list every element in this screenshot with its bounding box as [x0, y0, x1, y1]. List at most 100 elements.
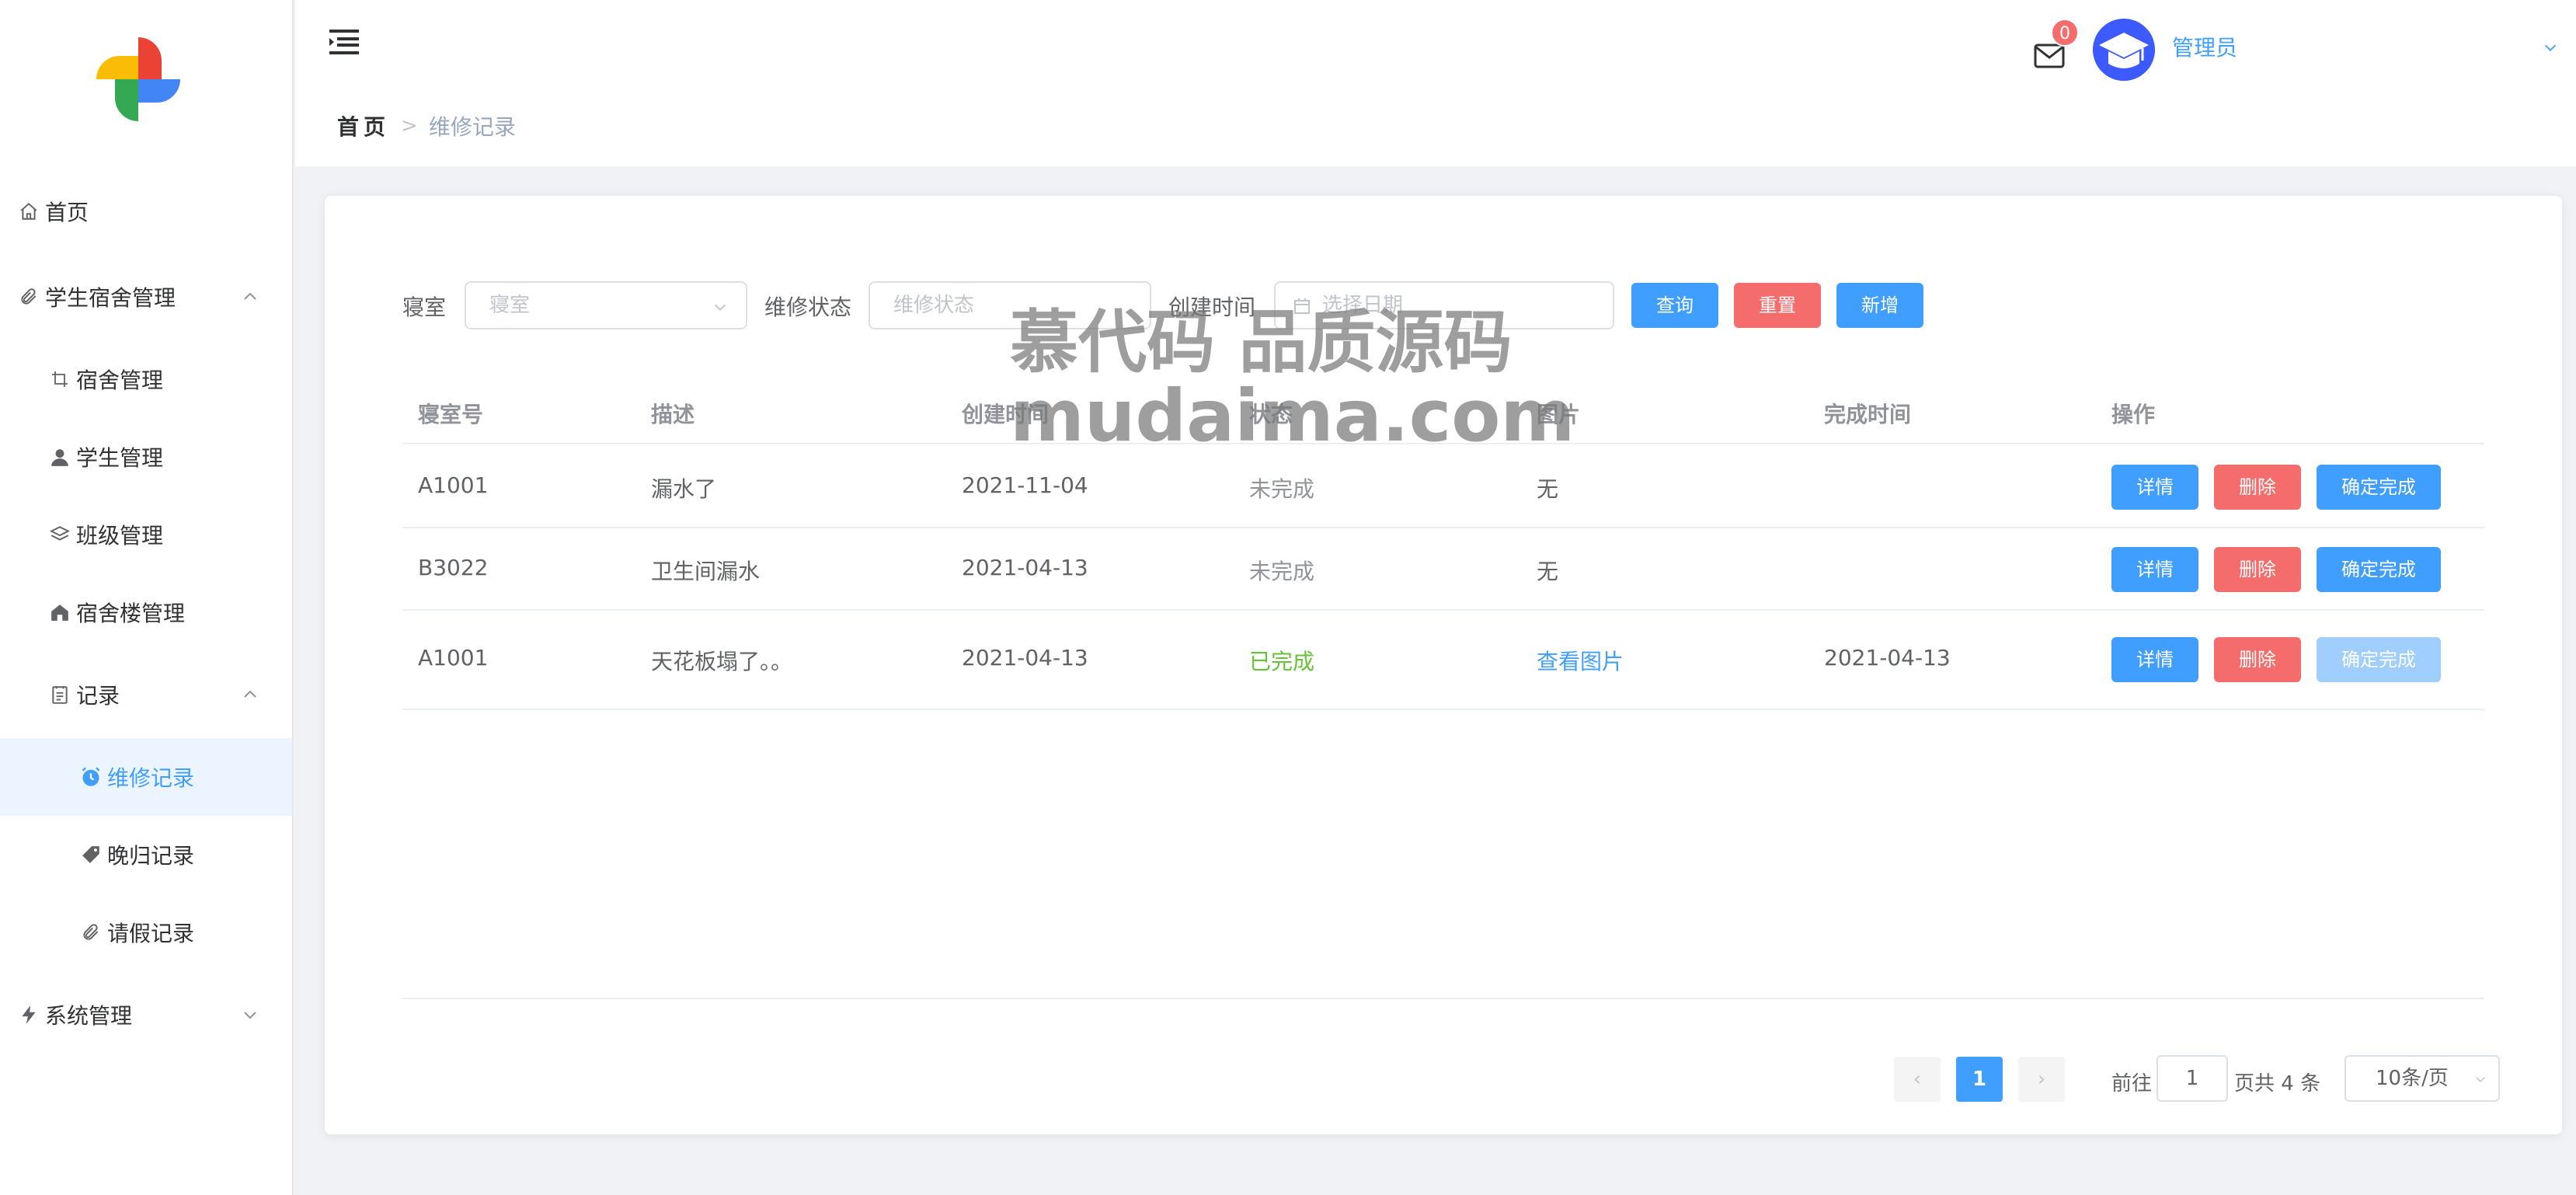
confirm-complete-button-disabled: 确定完成 [2317, 637, 2441, 682]
sidebar-item-dorm-management[interactable]: 学生宿舍管理 [0, 258, 292, 336]
column-header-image: 图片 [1537, 402, 1581, 427]
status-select-placeholder: 维修状态 [893, 294, 975, 317]
table-row: A1001 漏水了 2021-11-04 未完成 无 详情 删除 确定完成 [402, 446, 2484, 528]
avatar[interactable] [2093, 19, 2155, 81]
dorm-filter-label: 寝室 [402, 294, 447, 320]
sidebar-item-label: 请假记录 [107, 921, 195, 946]
breadcrumb-current: 维修记录 [428, 114, 516, 140]
sidebar-item-leave-records[interactable]: 请假记录 [0, 894, 292, 971]
table-header: 寝室号 描述 创建时间 状态 图片 完成时间 操作 [402, 382, 2484, 444]
chevron-down-icon [244, 1012, 256, 1019]
sidebar-item-classes[interactable]: 班级管理 [0, 496, 292, 573]
calendar-icon [1294, 298, 1310, 314]
breadcrumb-home[interactable]: 首页 [337, 110, 390, 141]
home-icon [17, 200, 40, 223]
breadcrumb-separator: > [401, 114, 418, 138]
sidebar-item-students[interactable]: 学生管理 [0, 418, 292, 496]
column-header-status: 状态 [1249, 402, 1293, 427]
cell-status: 未完成 [1249, 476, 1315, 502]
cell-image: 无 [1537, 559, 1559, 584]
detail-button[interactable]: 详情 [2111, 465, 2198, 510]
paperclip-icon [79, 921, 103, 944]
column-header-actions: 操作 [2111, 402, 2156, 427]
sidebar-item-dorms[interactable]: 宿舍管理 [0, 340, 292, 418]
chevron-up-icon [244, 292, 256, 300]
logo-icon [96, 37, 180, 121]
cell-created: 2021-11-04 [962, 472, 1088, 498]
table-row: B3022 卫生间漏水 2021-04-13 未完成 无 详情 删除 确定完成 [402, 528, 2484, 611]
cell-status: 已完成 [1249, 649, 1315, 674]
sidebar-item-label: 记录 [76, 683, 120, 709]
cell-description: 卫生间漏水 [651, 559, 761, 584]
sidebar-item-label: 学生宿舍管理 [45, 285, 176, 311]
sidebar-item-label: 系统管理 [45, 1003, 133, 1029]
chevron-down-icon [714, 304, 726, 311]
lightning-icon [17, 1003, 40, 1026]
cell-dorm: A1001 [418, 472, 489, 498]
sidebar-item-records[interactable]: 记录 [0, 656, 292, 733]
date-picker-placeholder: 选择日期 [1322, 294, 1404, 317]
layers-icon [48, 523, 71, 546]
goto-page-input[interactable]: 1 [2157, 1055, 2228, 1102]
next-page-button[interactable]: › [2018, 1057, 2065, 1102]
date-picker[interactable]: 选择日期 [1274, 281, 1614, 329]
status-select[interactable]: 维修状态 [869, 281, 1151, 329]
view-image-link[interactable]: 查看图片 [1537, 645, 1624, 676]
add-button[interactable]: 新增 [1836, 283, 1923, 328]
cell-created: 2021-04-13 [962, 555, 1088, 580]
cell-dorm: A1001 [418, 645, 489, 671]
search-button[interactable]: 查询 [1631, 283, 1718, 328]
menu-toggle-icon[interactable] [329, 30, 359, 54]
cell-status: 未完成 [1249, 559, 1315, 584]
dorm-select[interactable]: 寝室 [465, 281, 747, 329]
delete-button[interactable]: 删除 [2214, 465, 2301, 510]
total-text: 页共 4 条 [2234, 1072, 2321, 1096]
crop-icon [48, 368, 71, 391]
column-header-created: 创建时间 [962, 402, 1050, 427]
column-header-description: 描述 [651, 402, 695, 427]
breadcrumb: 首页 > 维修记录 [337, 110, 516, 141]
cell-description: 漏水了 [651, 476, 717, 502]
detail-button[interactable]: 详情 [2111, 547, 2198, 592]
prev-page-button[interactable]: ‹ [1894, 1057, 1941, 1102]
chevron-down-icon[interactable] [2542, 39, 2559, 56]
delete-button[interactable]: 删除 [2214, 547, 2301, 592]
page-size-select[interactable]: 10条/页 [2345, 1055, 2500, 1102]
sidebar-item-label: 宿舍管理 [76, 368, 164, 393]
graduation-cap-icon [2093, 19, 2155, 81]
confirm-complete-button[interactable]: 确定完成 [2317, 547, 2441, 592]
content-card: 寝室 寝室 维修状态 维修状态 创建时间 选择日期 查询 重置 新增 寝室号 描… [325, 196, 2562, 1134]
user-icon [48, 445, 71, 469]
table-row: A1001 天花板塌了。。 2021-04-13 已完成 查看图片 2021-0… [402, 611, 2484, 710]
alarm-clock-icon [79, 765, 103, 789]
page-size-value: 10条/页 [2376, 1067, 2449, 1090]
sidebar-item-repair-records[interactable]: 维修记录 [0, 738, 292, 816]
notification-badge: 0 [2051, 19, 2079, 47]
sidebar-item-system[interactable]: 系统管理 [0, 976, 292, 1054]
header: 首页 > 维修记录 [295, 0, 2576, 166]
delete-button[interactable]: 删除 [2214, 637, 2301, 682]
created-filter-label: 创建时间 [1168, 294, 1256, 320]
cell-created: 2021-04-13 [962, 645, 1088, 671]
chevron-down-icon [2476, 1077, 2485, 1083]
sidebar-item-label: 宿舍楼管理 [76, 601, 186, 626]
paperclip-icon [17, 285, 40, 308]
cell-description: 天花板塌了。。 [651, 649, 793, 674]
user-name[interactable]: 管理员 [2172, 31, 2237, 62]
sidebar-item-buildings[interactable]: 宿舍楼管理 [0, 573, 292, 651]
column-header-dorm: 寝室号 [418, 402, 484, 427]
house-icon [48, 601, 71, 624]
table-bottom-border [402, 998, 2484, 999]
sidebar-item-late-records[interactable]: 晚归记录 [0, 816, 292, 894]
sidebar: 首页 学生宿舍管理 宿舍管理 学生管理 班级管理 宿舍楼管理 记录 维修记录 晚… [0, 0, 294, 1195]
cell-image: 无 [1537, 476, 1559, 502]
notebook-icon [48, 683, 71, 706]
cell-finished: 2021-04-13 [1824, 645, 1951, 671]
confirm-complete-button[interactable]: 确定完成 [2317, 465, 2441, 510]
detail-button[interactable]: 详情 [2111, 637, 2198, 682]
reset-button[interactable]: 重置 [1734, 283, 1821, 328]
sidebar-item-label: 首页 [45, 200, 89, 225]
page-number-active[interactable]: 1 [1956, 1057, 2003, 1102]
chevron-up-icon [244, 690, 256, 698]
sidebar-item-home[interactable]: 首页 [0, 172, 292, 250]
